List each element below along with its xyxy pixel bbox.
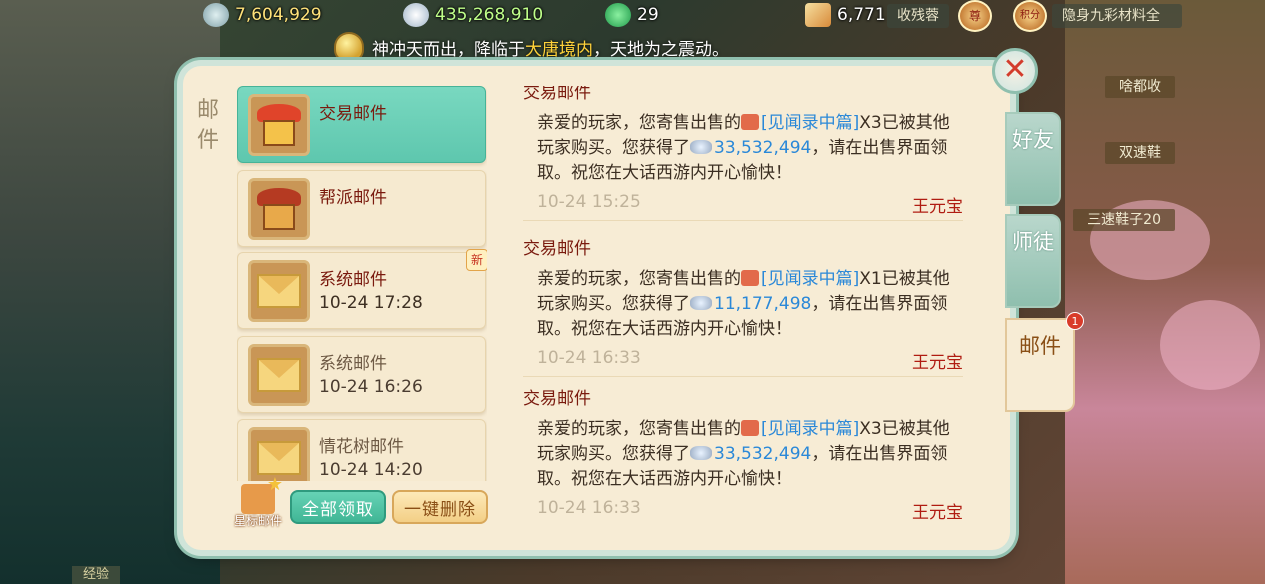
- message-time: 10-24 16:33: [537, 498, 641, 518]
- mail-category-title: 交易邮件: [319, 104, 387, 124]
- mail-panel: 邮件 交易邮件 帮派邮件 系统邮件 10-24 17:28 新 系统邮件 10-…: [183, 66, 1010, 550]
- tab-friends[interactable]: 好友: [1005, 112, 1061, 206]
- mail-message: 交易邮件 亲爱的玩家，您寄售出售的 [见闻录中篇]X1已被其他玩家购买。您获得了 1…: [523, 234, 963, 377]
- message-text: 亲爱的玩家，您寄售出售的: [537, 113, 741, 133]
- experience-label: 经验: [72, 566, 120, 584]
- divider: [523, 376, 963, 377]
- mail-item-system[interactable]: 系统邮件 10-24 17:28 新: [237, 249, 487, 329]
- mail-messages[interactable]: 交易邮件 亲爱的玩家，您寄售出售的 [见闻录中篇]X3已被其他玩家购买。您获得了 3…: [523, 86, 963, 531]
- resource-silver[interactable]: 435,268,910: [403, 2, 543, 28]
- mail-item-system[interactable]: 系统邮件 10-24 16:26: [237, 336, 486, 413]
- resource-jade[interactable]: 29: [605, 2, 659, 28]
- silver-amount: 11,177,498: [714, 294, 812, 314]
- resource-voucher[interactable]: 6,771: [805, 2, 886, 28]
- item-gift-icon: [741, 270, 759, 286]
- message-footer: 10-24 16:33 王元宝: [523, 498, 963, 524]
- message-footer: 10-24 16:33 王元宝: [523, 348, 963, 374]
- mail-item-flower-tree[interactable]: 情花树邮件 10-24 14:20: [237, 419, 486, 481]
- message-time: 10-24 16:33: [537, 348, 641, 368]
- mail-category-list[interactable]: 交易邮件 帮派邮件 系统邮件 10-24 17:28 新 系统邮件 10-24 …: [237, 86, 487, 481]
- delete-all-button[interactable]: 一键删除: [392, 490, 488, 524]
- silver-icon: [690, 446, 712, 460]
- star-mail-label: 星标邮件: [233, 514, 282, 528]
- mail-item-title: 情花树邮件: [319, 437, 404, 457]
- envelope-icon: [248, 260, 310, 322]
- message-body: 亲爱的玩家，您寄售出售的 [见闻录中篇]X3已被其他玩家购买。您获得了 33,532…: [523, 417, 953, 492]
- message-title: 交易邮件: [523, 86, 591, 103]
- mail-item-date: 10-24 14:20: [319, 460, 423, 480]
- item-gift-icon: [741, 114, 759, 130]
- voucher-icon: [805, 3, 831, 27]
- new-badge: 新: [466, 249, 487, 271]
- message-time: 10-24 15:25: [537, 192, 641, 212]
- collect-all-button[interactable]: 全部领取: [290, 490, 386, 524]
- resource-value: 435,268,910: [435, 5, 544, 25]
- mail-category-title: 帮派邮件: [319, 188, 387, 208]
- resource-xianyu[interactable]: 7,604,929: [203, 2, 322, 28]
- mail-category-guild[interactable]: 帮派邮件: [237, 170, 486, 247]
- points-badge[interactable]: 积分: [1013, 0, 1047, 32]
- stall-tag[interactable]: 三速鞋子20: [1073, 209, 1175, 231]
- stall-tag[interactable]: 双速鞋: [1105, 142, 1175, 164]
- close-button[interactable]: ✕: [992, 48, 1038, 94]
- announcement-prefix: 神冲天而出，降临于: [372, 39, 525, 60]
- silver-icon: [690, 140, 712, 154]
- resource-bar: 7,604,929 435,268,910 29 6,771 收残蓉 尊 积分 …: [0, 0, 1265, 32]
- star-mail-button[interactable]: 星标邮件: [227, 474, 289, 528]
- world-announcement: 神冲天而出，降临于大唐境内，天地为之震动。: [334, 32, 729, 62]
- message-sender: 王元宝: [912, 503, 963, 523]
- announcement-highlight: 大唐境内: [525, 39, 593, 60]
- vip-badge[interactable]: 尊: [958, 0, 992, 32]
- message-footer: 10-24 15:25 王元宝: [523, 192, 963, 218]
- message-text: 亲爱的玩家，您寄售出售的: [537, 269, 741, 289]
- mail-message: 交易邮件 亲爱的玩家，您寄售出售的 [见闻录中篇]X3已被其他玩家购买。您获得了 3…: [523, 86, 963, 221]
- message-body: 亲爱的玩家，您寄售出售的 [见闻录中篇]X3已被其他玩家购买。您获得了 33,532…: [523, 111, 953, 186]
- mail-item-date: 10-24 16:26: [319, 377, 423, 397]
- resource-value: 7,604,929: [235, 5, 322, 25]
- envelope-icon: [248, 344, 310, 406]
- item-link[interactable]: [见闻录中篇]: [761, 269, 859, 289]
- divider: [523, 220, 963, 221]
- message-body: 亲爱的玩家，您寄售出售的 [见闻录中篇]X1已被其他玩家购买。您获得了 11,177…: [523, 267, 953, 342]
- silver-amount: 33,532,494: [714, 138, 812, 158]
- panel-title: 邮件: [196, 98, 219, 153]
- item-gift-icon: [741, 420, 759, 436]
- cherry-blossom: [1160, 300, 1260, 390]
- message-text: 亲爱的玩家，您寄售出售的: [537, 419, 741, 439]
- shop-tag[interactable]: 隐身九彩材料全: [1052, 4, 1182, 28]
- unread-count-badge: 1: [1066, 312, 1084, 330]
- silver-icon: [690, 296, 712, 310]
- stall-tag[interactable]: 啥都收: [1105, 76, 1175, 98]
- mail-item-date: 10-24 17:28: [319, 293, 423, 313]
- mail-message: 交易邮件 亲爱的玩家，您寄售出售的 [见闻录中篇]X3已被其他玩家购买。您获得了 3…: [523, 384, 963, 524]
- message-title: 交易邮件: [523, 239, 591, 259]
- message-title: 交易邮件: [523, 389, 591, 409]
- mail-item-title: 系统邮件: [319, 270, 387, 290]
- item-link[interactable]: [见闻录中篇]: [761, 419, 859, 439]
- resource-value: 29: [637, 5, 659, 25]
- tab-mentor[interactable]: 师徒: [1005, 214, 1061, 308]
- bell-icon: [334, 32, 364, 62]
- shop-icon: [248, 94, 310, 156]
- silver-ingot-icon: [403, 3, 429, 27]
- item-link[interactable]: [见闻录中篇]: [761, 113, 859, 133]
- jade-icon: [605, 3, 631, 27]
- resource-value: 6,771: [837, 5, 886, 25]
- message-sender: 王元宝: [912, 197, 963, 217]
- mail-category-trade[interactable]: 交易邮件: [237, 86, 486, 163]
- silver-amount: 33,532,494: [714, 444, 812, 464]
- mail-item-title: 系统邮件: [319, 354, 387, 374]
- tab-mail[interactable]: 邮件: [1005, 318, 1075, 412]
- star-envelope-icon: [241, 474, 283, 514]
- shop-tag[interactable]: 收残蓉: [887, 4, 949, 28]
- announcement-suffix: ，天地为之震动。: [593, 39, 729, 60]
- xianyu-icon: [203, 3, 229, 27]
- guild-house-icon: [248, 178, 310, 240]
- envelope-icon: [248, 427, 310, 481]
- message-sender: 王元宝: [912, 353, 963, 373]
